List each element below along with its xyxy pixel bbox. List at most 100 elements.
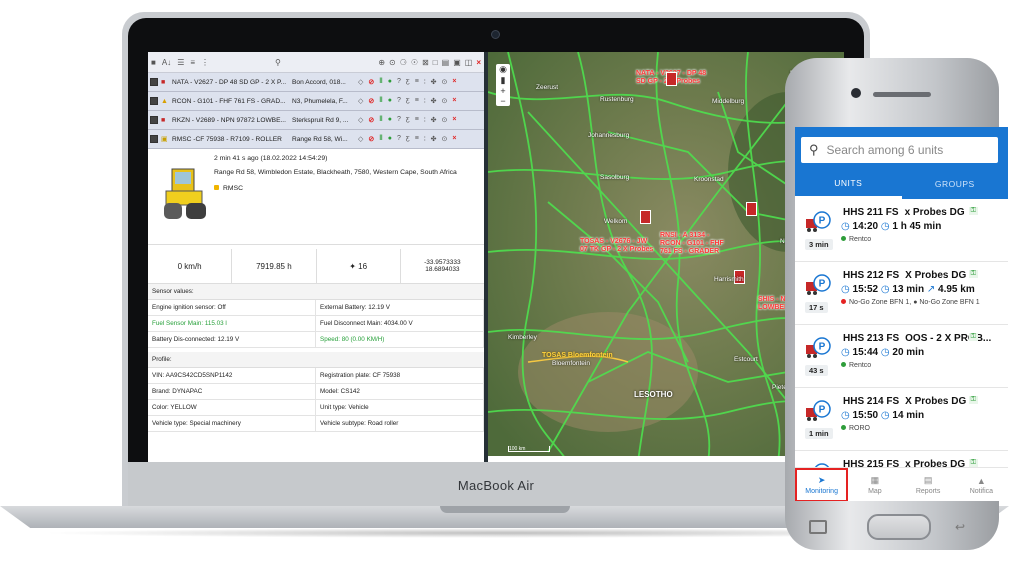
follow-icon[interactable]: ⊙ [442, 116, 448, 124]
ignition-icon[interactable]: ‖ [379, 135, 382, 143]
unit-name: HHS 214 FS X Probes DG [843, 396, 966, 407]
location-pin-icon[interactable]: ⚲ [275, 58, 281, 67]
unit-row[interactable]: ■ NATA - V2627 - DP 48 SD GP - 2 X P... Bo… [148, 73, 484, 92]
motion-state-icon[interactable]: ◇ [358, 116, 363, 124]
recent-apps-button[interactable] [809, 520, 827, 534]
motion-state-icon[interactable]: ◇ [358, 97, 363, 105]
target-icon[interactable]: ⊕ [378, 58, 385, 67]
engine-icon[interactable]: ⊙ [389, 58, 396, 67]
connection-icon[interactable]: ∶ [424, 78, 426, 86]
remove-icon[interactable]: × [452, 97, 456, 105]
sensor-icon[interactable]: ƹ [406, 135, 410, 143]
commands-icon[interactable]: ✤ [431, 78, 437, 86]
stop-icon[interactable]: ⊘ [368, 135, 374, 143]
unknown-icon[interactable]: ? [397, 135, 401, 143]
report-icon[interactable]: ▤ [442, 58, 450, 67]
mobile-unit-item[interactable]: P HHS 214 FS X Probes DG ⚿ ◷ 15:50 ◷ 14 min R… [795, 388, 1008, 451]
gps-icon[interactable]: ● [388, 135, 392, 143]
remove-icon[interactable]: × [452, 116, 456, 124]
vehicle-marker-icon[interactable] [746, 202, 757, 216]
nav-map[interactable]: ▦ Map [848, 468, 901, 501]
messages-icon[interactable]: ≡ [415, 78, 419, 86]
map-zoom-in-button[interactable]: + [496, 86, 510, 96]
unit-row[interactable]: ▣ RMSC -CF 75938 - R7109 - ROLLER Range Rd… [148, 130, 484, 149]
sensor-icon[interactable]: ƹ [406, 97, 410, 105]
unit-group: RMSC [214, 185, 243, 192]
filter-icon[interactable]: ≡ [190, 58, 195, 67]
last-time: 14:20 [852, 221, 879, 232]
map-fullscreen-button[interactable]: ▮ [496, 75, 510, 86]
unit-checkbox[interactable] [150, 97, 158, 105]
mobile-unit-item[interactable]: P HHS 213 FS OOS - 2 X PROB... ⚿ ◷ 15:44 ◷ 2… [795, 325, 1008, 388]
motion-icon[interactable]: ⚆ [400, 58, 407, 67]
select-all-checkbox[interactable]: ■ [151, 58, 156, 67]
sort-az-icon[interactable]: A↓ [162, 58, 171, 67]
follow-icon[interactable]: ⊙ [442, 135, 448, 143]
motion-state-icon[interactable]: ◇ [358, 78, 363, 86]
trash-icon[interactable]: ◫ [465, 58, 473, 67]
stop-icon[interactable]: ⊘ [368, 116, 374, 124]
connection-icon[interactable]: ∶ [424, 135, 426, 143]
vehicle-marker-icon[interactable] [666, 72, 677, 86]
vehicle-marker-icon[interactable] [640, 210, 651, 224]
map-city-label: Sasolburg [600, 174, 630, 181]
nav-monitoring[interactable]: ➤ Monitoring [795, 468, 849, 501]
gps-icon[interactable]: ● [388, 97, 392, 105]
map-unit-label[interactable]: TOSAS Bloemfontein [542, 352, 613, 360]
unknown-icon[interactable]: ? [397, 97, 401, 105]
gps-icon[interactable]: ● [388, 116, 392, 124]
commands-icon[interactable]: ▣ [453, 58, 461, 67]
motion-state-icon[interactable]: ◇ [358, 135, 363, 143]
follow-icon[interactable]: ⊙ [442, 78, 448, 86]
messages-icon[interactable]: ≡ [415, 116, 419, 124]
tab-units[interactable]: UNITS [795, 169, 902, 199]
home-button[interactable] [867, 514, 931, 540]
back-button[interactable]: ↩ [955, 520, 965, 534]
sensor-icon[interactable]: ☉ [411, 58, 418, 67]
list-icon[interactable]: ☰ [177, 58, 184, 67]
follow-icon[interactable]: ⊙ [442, 97, 448, 105]
mobile-unit-item[interactable]: P HHS 212 FS X Probes DG ⚿ ◷ 15:52 ◷ 13 min … [795, 262, 1008, 325]
ignition-icon[interactable]: ‖ [379, 97, 382, 105]
map-unit-label[interactable]: RNSI - A 3134 - RCON - G101 - FHF 761 FS… [660, 232, 724, 256]
tab-groups[interactable]: GROUPS [902, 169, 1009, 199]
unknown-icon[interactable]: ? [397, 78, 401, 86]
message-icon[interactable]: □ [433, 58, 438, 67]
search-placeholder: Search among 6 units [826, 143, 944, 157]
group-dot-icon [841, 299, 846, 304]
last-update-badge: 3 min [805, 239, 833, 250]
remove-icon[interactable]: × [452, 135, 456, 143]
messages-icon[interactable]: ≡ [415, 135, 419, 143]
mobile-unit-item[interactable]: P HHS 211 FS x Probes DG ⚿ ◷ 14:20 ◷ 1 h 45 … [795, 199, 1008, 262]
unit-row[interactable]: ■ RKZN - V2689 - NPN 97872 LOWBE... Sterks… [148, 111, 484, 130]
commands-icon[interactable]: ✤ [431, 116, 437, 124]
messages-icon[interactable]: ≡ [415, 97, 419, 105]
connection-icon[interactable]: ⊠ [422, 58, 429, 67]
nav-reports[interactable]: ▤ Reports [902, 468, 955, 501]
unknown-icon[interactable]: ? [397, 116, 401, 124]
unit-row[interactable]: ▲ RCON - G101 - FHF 761 FS - GRAD... N3, P… [148, 92, 484, 111]
unit-checkbox[interactable] [150, 135, 158, 143]
unit-checkbox[interactable] [150, 116, 158, 124]
connection-icon[interactable]: ∶ [424, 97, 426, 105]
map-zoom-out-button[interactable]: − [496, 96, 510, 106]
connection-icon[interactable]: ∶ [424, 116, 426, 124]
unit-name: RKZN - V2689 - NPN 97872 LOWBE... [172, 116, 286, 124]
stop-icon[interactable]: ⊘ [368, 78, 374, 86]
sensor-icon[interactable]: ƹ [406, 78, 410, 86]
map-layers-button[interactable]: ◉ [496, 64, 510, 75]
unit-checkbox[interactable] [150, 78, 158, 86]
search-bar[interactable]: ⚲ Search among 6 units [801, 137, 998, 163]
gps-icon[interactable]: ● [388, 78, 392, 86]
group-icon[interactable]: ⋮ [201, 58, 209, 67]
map-unit-label[interactable]: TOSAS - V2676 - JW 07 TK GP - 2 X Probes [580, 238, 653, 254]
remove-icon[interactable]: × [452, 78, 456, 86]
commands-icon[interactable]: ✤ [431, 97, 437, 105]
ignition-icon[interactable]: ‖ [379, 78, 382, 86]
close-icon[interactable]: × [476, 58, 481, 67]
commands-icon[interactable]: ✤ [431, 135, 437, 143]
stop-icon[interactable]: ⊘ [368, 97, 374, 105]
sensor-icon[interactable]: ƹ [406, 116, 410, 124]
ignition-icon[interactable]: ‖ [379, 116, 382, 124]
nav-notifications[interactable]: ▲ Notifica [955, 468, 1008, 501]
